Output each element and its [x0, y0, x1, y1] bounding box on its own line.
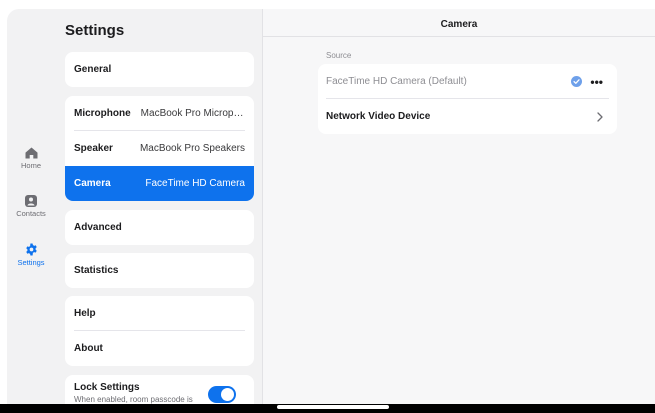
- settings-item-help[interactable]: Help: [65, 296, 254, 331]
- settings-panel: Settings General Microphone MacBook Pro …: [55, 9, 262, 413]
- detail-header: Camera: [263, 9, 655, 37]
- page-title: Settings: [65, 22, 125, 39]
- nav-item-contacts[interactable]: Contacts: [7, 195, 55, 218]
- home-icon: [25, 147, 37, 159]
- nav-label-home: Home: [20, 161, 41, 170]
- settings-item-statistics[interactable]: Statistics: [65, 253, 254, 288]
- toggle-knob: [221, 388, 234, 401]
- app-window: Home Contacts Settings Settings General: [7, 9, 655, 413]
- settings-item-label: Help: [74, 308, 96, 319]
- settings-item-camera[interactable]: Camera FaceTime HD Camera: [65, 166, 254, 201]
- settings-item-advanced[interactable]: Advanced: [65, 210, 254, 245]
- settings-item-speaker[interactable]: Speaker MacBook Pro Speakers: [65, 131, 254, 166]
- nav-label-contacts: Contacts: [16, 209, 46, 218]
- settings-item-general[interactable]: General: [65, 52, 254, 87]
- settings-item-label: Statistics: [74, 265, 119, 276]
- home-indicator[interactable]: [277, 405, 389, 409]
- nav-item-home[interactable]: Home: [7, 147, 55, 170]
- source-item-label: Network Video Device: [326, 111, 431, 122]
- detail-title: Camera: [440, 19, 478, 30]
- camera-detail-pane: Camera Source FaceTime HD Camera (Defaul…: [262, 9, 655, 413]
- help-about-card: Help About: [65, 296, 254, 366]
- settings-item-microphone[interactable]: Microphone MacBook Pro Micropho...: [65, 96, 254, 131]
- settings-item-label: General: [74, 64, 112, 75]
- nav-item-settings[interactable]: Settings: [7, 243, 55, 267]
- advanced-card: Advanced: [65, 210, 254, 245]
- source-item-label: FaceTime HD Camera (Default): [326, 76, 467, 87]
- source-item-facetime[interactable]: FaceTime HD Camera (Default) •••: [318, 64, 617, 99]
- more-options-icon[interactable]: •••: [590, 76, 603, 88]
- settings-item-label: Speaker: [74, 143, 113, 154]
- contacts-icon: [25, 195, 37, 207]
- lock-settings-toggle[interactable]: [208, 386, 236, 403]
- source-item-network-video[interactable]: Network Video Device: [318, 99, 617, 134]
- audio-video-card: Microphone MacBook Pro Micropho... Speak…: [65, 96, 254, 201]
- settings-item-label: Camera: [74, 178, 111, 189]
- settings-item-value: MacBook Pro Micropho...: [140, 108, 245, 119]
- settings-item-label: Advanced: [74, 222, 122, 233]
- source-section-label: Source: [326, 51, 352, 60]
- chevron-right-icon: [597, 111, 603, 122]
- checkmark-icon: [571, 76, 583, 87]
- gear-icon: [25, 243, 37, 256]
- source-list: FaceTime HD Camera (Default) ••• Network…: [318, 64, 617, 134]
- nav-label-settings: Settings: [17, 258, 45, 267]
- statistics-card: Statistics: [65, 253, 254, 288]
- navigation-rail: Home Contacts Settings: [7, 9, 55, 413]
- settings-item-label: Microphone: [74, 108, 131, 119]
- settings-item-value: MacBook Pro Speakers: [139, 143, 245, 154]
- general-card: General: [65, 52, 254, 87]
- settings-item-label: About: [74, 343, 103, 354]
- settings-item-value: FaceTime HD Camera: [145, 178, 245, 189]
- settings-item-about[interactable]: About: [65, 331, 254, 366]
